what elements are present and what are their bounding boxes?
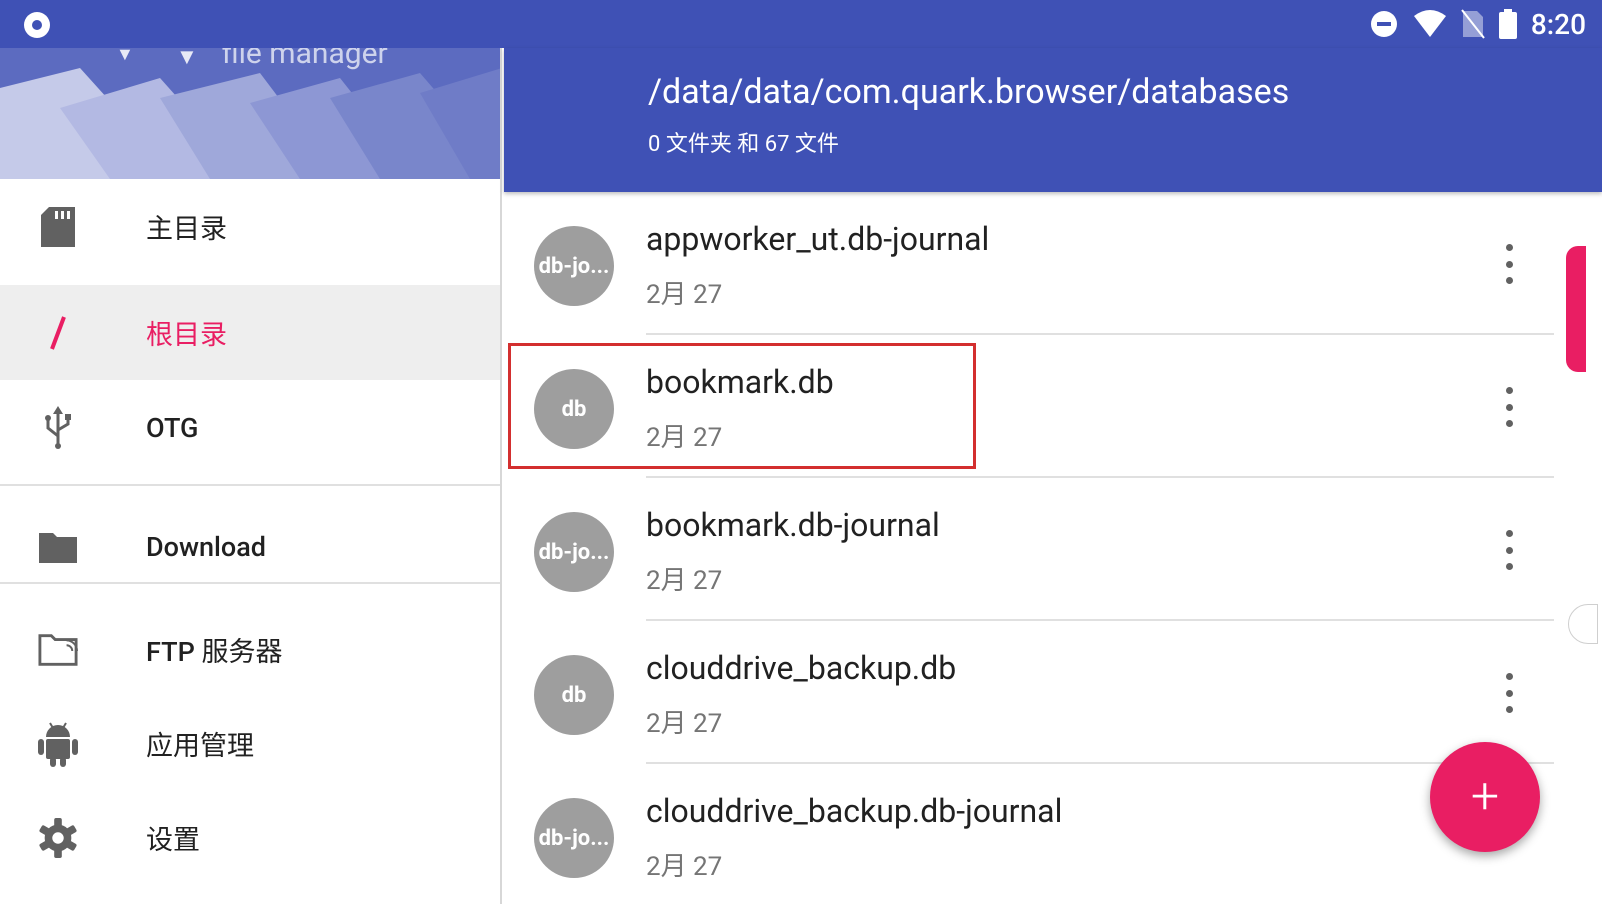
status-time: 8:20	[1530, 7, 1586, 41]
drawer-app-title: file manager	[222, 48, 388, 71]
usb-icon	[38, 405, 78, 449]
file-date: 2月 27	[646, 423, 723, 453]
more-options-icon[interactable]	[1494, 673, 1524, 713]
slash-icon	[38, 313, 78, 353]
path-header: /data/data/com.quark.browser/databases 0…	[504, 48, 1602, 192]
list-item[interactable]: db bookmark.db 2月 27	[504, 335, 1574, 478]
battery-icon	[1498, 9, 1517, 39]
file-name: bookmark.db	[646, 363, 834, 401]
file-date: 2月 27	[646, 709, 723, 739]
file-type-avatar: db-jo...	[534, 798, 614, 878]
drawer-item-root[interactable]: 根目录	[0, 285, 500, 380]
logo-icon-2: ▼	[176, 48, 198, 70]
scroll-handle[interactable]	[1566, 246, 1586, 372]
file-name: appworker_ut.db-journal	[646, 220, 990, 258]
gear-icon	[38, 817, 78, 858]
add-fab-button[interactable]: +	[1430, 742, 1540, 852]
more-options-icon[interactable]	[1494, 387, 1524, 427]
drawer-item-download[interactable]: Download	[0, 499, 500, 594]
file-type-avatar: db-jo...	[534, 226, 614, 306]
file-name: bookmark.db-journal	[646, 506, 940, 544]
drawer-item-label: 设置	[146, 824, 200, 856]
drawer-item-settings[interactable]: 设置	[0, 790, 500, 885]
file-date: 2月 27	[646, 852, 723, 882]
drawer-divider	[0, 484, 500, 486]
file-date: 2月 27	[646, 280, 723, 310]
dnd-icon	[1370, 11, 1397, 37]
list-item[interactable]: db-jo... clouddrive_backup.db-journal 2月…	[504, 764, 1574, 904]
file-type-avatar: db	[534, 369, 614, 449]
main-panel: /data/data/com.quark.browser/databases 0…	[504, 48, 1602, 904]
file-name: clouddrive_backup.db-journal	[646, 792, 1063, 830]
more-options-icon[interactable]	[1494, 530, 1524, 570]
drawer-item-ftp[interactable]: FTP 服务器	[0, 602, 500, 697]
list-item[interactable]: db clouddrive_backup.db 2月 27	[504, 621, 1574, 764]
drawer-item-app-manager[interactable]: 应用管理	[0, 696, 500, 791]
status-bar: 8:20	[0, 0, 1602, 48]
navigation-drawer: ▼ ▼ file manager 主目录 根目录 OTG Download FT…	[0, 48, 502, 904]
list-item[interactable]: db-jo... bookmark.db-journal 2月 27	[504, 478, 1574, 621]
file-name: clouddrive_backup.db	[646, 649, 957, 687]
drawer-item-label: 根目录	[146, 319, 227, 351]
drawer-item-label: FTP 服务器	[146, 636, 283, 668]
drawer-item-label: 主目录	[146, 213, 227, 245]
list-item[interactable]: db-jo... appworker_ut.db-journal 2月 27	[504, 192, 1574, 335]
drawer-item-home[interactable]: 主目录	[0, 179, 500, 274]
logo-icon: ▼	[116, 48, 134, 65]
status-icons: 8:20	[1369, 7, 1586, 41]
current-path: /data/data/com.quark.browser/databases	[648, 72, 1290, 112]
drawer-item-label: 应用管理	[146, 730, 254, 762]
more-options-icon[interactable]	[1494, 244, 1524, 284]
file-date: 2月 27	[646, 566, 723, 596]
folder-summary: 0 文件夹 和 67 文件	[648, 132, 839, 157]
file-type-avatar: db	[534, 655, 614, 735]
drawer-item-label: Download	[146, 530, 266, 563]
ftp-folder-icon	[38, 630, 78, 670]
drawer-item-otg[interactable]: OTG	[0, 380, 500, 475]
no-sim-icon	[1461, 9, 1485, 39]
wifi-icon	[1413, 10, 1446, 37]
sd-card-icon	[38, 206, 78, 247]
notification-app-icon	[24, 12, 50, 38]
drawer-item-label: OTG	[146, 411, 199, 444]
folder-icon	[38, 527, 78, 567]
drawer-header: ▼ ▼ file manager	[0, 48, 500, 179]
android-icon	[38, 721, 78, 767]
drawer-divider	[0, 582, 500, 584]
file-type-avatar: db-jo...	[534, 512, 614, 592]
